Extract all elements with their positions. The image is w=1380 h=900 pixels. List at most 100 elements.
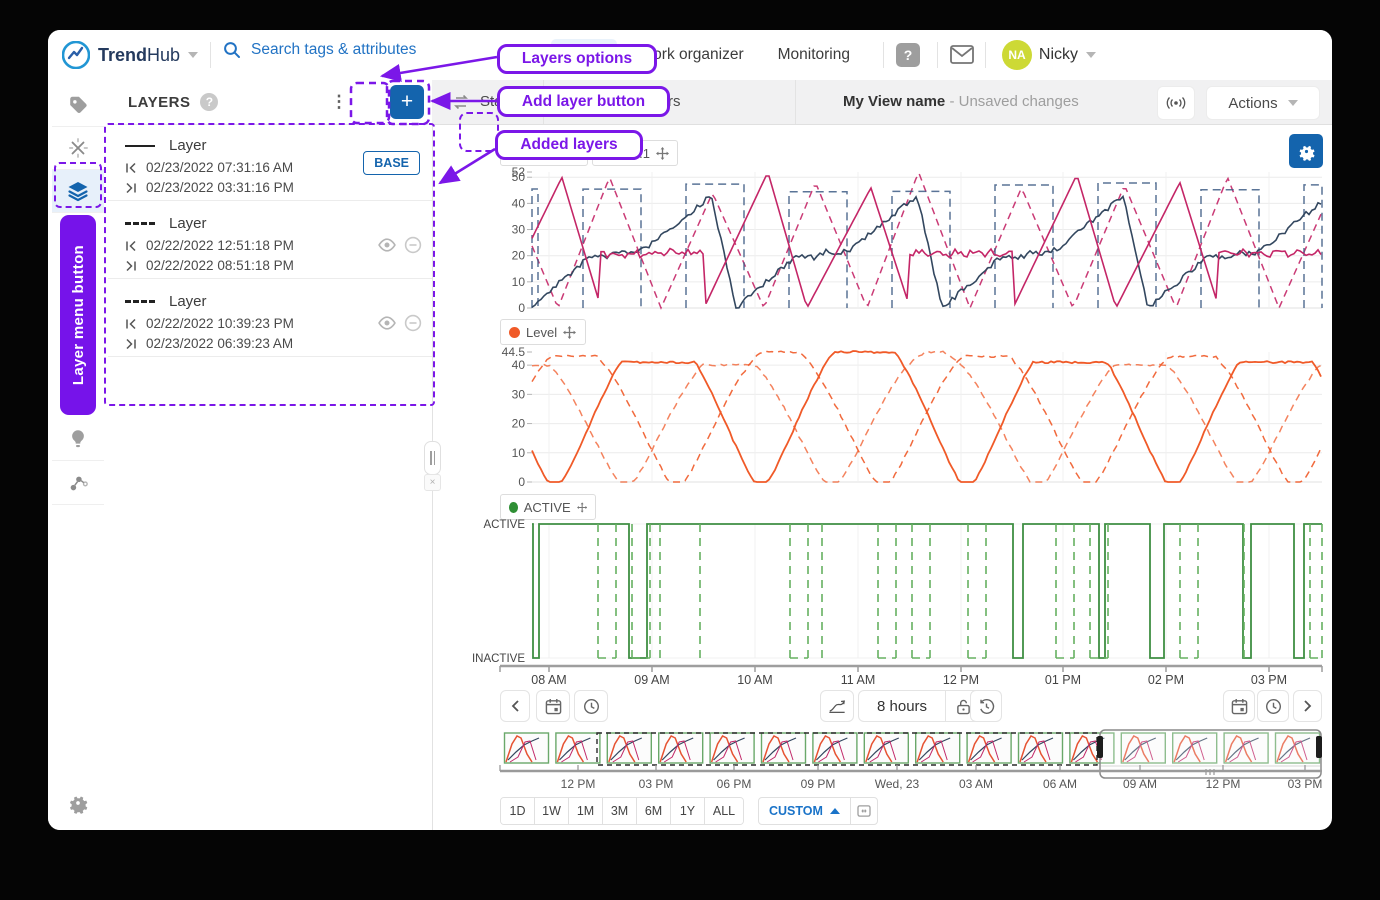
focus-window-right-handle[interactable]: [1316, 736, 1322, 758]
custom-range-group: CUSTOM: [758, 797, 878, 825]
unsaved-changes-status: - Unsaved changes: [949, 93, 1078, 110]
y-tick-label: 30: [512, 387, 526, 401]
x-tick-label: 03 PM: [1251, 673, 1287, 687]
series-level-comp-b: [532, 351, 1321, 482]
range-1y-button[interactable]: 1Y: [671, 798, 705, 824]
context-tick-label: 12 PM: [561, 777, 596, 791]
add-layer-button[interactable]: +: [390, 85, 424, 119]
trendhub-logo[interactable]: TrendHub: [62, 41, 198, 69]
visibility-eye-icon[interactable]: [377, 237, 397, 253]
layers-options-button[interactable]: ⋮: [323, 86, 355, 118]
range-6m-button[interactable]: 6M: [637, 798, 671, 824]
chart-mode-tab[interactable]: Sta: [452, 93, 503, 110]
context-tick-label: 03 PM: [639, 777, 674, 791]
layer-start-time: 02/22/2022 10:39:23 PM: [146, 316, 294, 331]
search-placeholder: Search tags & attributes: [251, 41, 416, 59]
broadcast-icon: [1166, 96, 1186, 110]
layer-item-2[interactable]: Layer 02/22/2022 12:51:18 PM 02/22/2022 …: [108, 202, 432, 279]
start-calendar-button[interactable]: [536, 690, 570, 722]
layer-item-base[interactable]: Layer BASE 02/23/2022 07:31:16 AM 02/23/…: [108, 124, 432, 201]
range-3m-button[interactable]: 3M: [603, 798, 637, 824]
duration-button[interactable]: 8 hours: [859, 691, 945, 721]
x-tick-label: 08 AM: [531, 673, 566, 687]
range-end-icon: [125, 260, 137, 272]
y-tick-label: 44.5: [502, 345, 526, 359]
end-calendar-button[interactable]: [1223, 690, 1255, 722]
actions-button[interactable]: Actions: [1206, 86, 1320, 120]
trend-charts-canvas[interactable]: 525040302010044.5403020100ACTIVEINACTIVE…: [432, 124, 1332, 830]
start-time-button[interactable]: [574, 690, 608, 722]
search-icon: [223, 41, 241, 59]
logo-caret-icon[interactable]: [188, 52, 198, 58]
annotation-added-layers: Added layers: [495, 130, 643, 160]
duration-group: 8 hours: [858, 690, 981, 722]
layer-end-time: 02/23/2022 06:39:23 AM: [146, 336, 293, 351]
pan-right-button[interactable]: [1293, 690, 1322, 722]
settings-rail-button[interactable]: [52, 782, 104, 824]
x-tick-label: 02 PM: [1148, 673, 1184, 687]
range-1w-button[interactable]: 1W: [535, 798, 569, 824]
context-tick-label: 12 PM: [1206, 777, 1241, 791]
context-tick-label: 03 AM: [959, 777, 993, 791]
actions-caret-icon: [1288, 100, 1298, 106]
help-glyph: ?: [904, 47, 913, 63]
range-end-icon: [125, 338, 137, 350]
history-button[interactable]: [970, 690, 1002, 722]
tags-rail-button[interactable]: [52, 84, 104, 127]
range-1d-button[interactable]: 1D: [501, 798, 535, 824]
lock-icon: [956, 698, 971, 715]
top-bar: TrendHub Search tags & attributes Home W…: [48, 30, 1332, 80]
live-broadcast-button[interactable]: [1157, 86, 1195, 120]
range-start-icon: [125, 318, 137, 330]
range-1m-button[interactable]: 1M: [569, 798, 603, 824]
context-items-rail-button[interactable]: [52, 462, 104, 505]
search-input[interactable]: Search tags & attributes: [223, 41, 416, 59]
avatar[interactable]: NA: [1002, 40, 1032, 70]
layer-item-3[interactable]: Layer 02/22/2022 10:39:23 PM 02/23/2022 …: [108, 280, 432, 357]
focus-window-left-handle[interactable]: [1097, 736, 1103, 758]
calendar-icon: [545, 698, 562, 715]
remove-layer-icon[interactable]: [404, 314, 422, 332]
view-title: My View name - Unsaved changes: [843, 93, 1079, 110]
value-search-rail-button[interactable]: [52, 127, 104, 170]
series-active-comparison: [598, 524, 1322, 658]
digital-category-label: INACTIVE: [472, 653, 525, 665]
y-tick-label: 40: [512, 196, 526, 210]
compressed-trend-button[interactable]: [820, 690, 854, 722]
help-button[interactable]: ?: [896, 43, 920, 67]
recommendations-rail-button[interactable]: [52, 418, 104, 461]
range-all-button[interactable]: ALL: [705, 798, 743, 824]
fit-selection-button[interactable]: [851, 798, 877, 824]
range-end-icon: [125, 182, 137, 194]
gear-icon: [67, 792, 89, 814]
layer-name: Layer: [169, 293, 207, 310]
y-tick-label: 20: [512, 249, 526, 263]
layers-panel-title: LAYERS: [128, 94, 190, 111]
layer-line-swatch-dashed: [125, 222, 155, 225]
user-menu[interactable]: Nicky: [1039, 46, 1096, 64]
avatar-initials: NA: [1008, 48, 1025, 62]
visibility-eye-icon[interactable]: [377, 315, 397, 331]
layers-help-icon[interactable]: ?: [200, 93, 218, 111]
logo-wordmark: TrendHub: [98, 45, 180, 66]
user-name: Nicky: [1039, 46, 1078, 64]
remove-layer-icon[interactable]: [404, 236, 422, 254]
y-tick-label: 0: [518, 475, 525, 489]
x-tick-label: 12 PM: [943, 673, 979, 687]
tag-icon: [67, 94, 89, 116]
series-tag2-base: [532, 197, 1321, 309]
base-badge: BASE: [363, 151, 420, 175]
kebab-icon: ⋮: [331, 92, 348, 112]
envelope-icon: [950, 45, 974, 64]
mail-button[interactable]: [950, 45, 974, 69]
history-icon: [978, 698, 995, 715]
nav-monitoring[interactable]: Monitoring: [766, 39, 862, 71]
y-tick-label: 20: [512, 417, 526, 431]
pan-left-button[interactable]: [500, 690, 530, 722]
layers-rail-button[interactable]: [52, 170, 104, 213]
custom-range-button[interactable]: CUSTOM: [759, 798, 851, 824]
end-time-button[interactable]: [1257, 690, 1289, 722]
x-tick-label: 01 PM: [1045, 673, 1081, 687]
range-start-icon: [125, 240, 137, 252]
x-tick-label: 10 AM: [737, 673, 772, 687]
